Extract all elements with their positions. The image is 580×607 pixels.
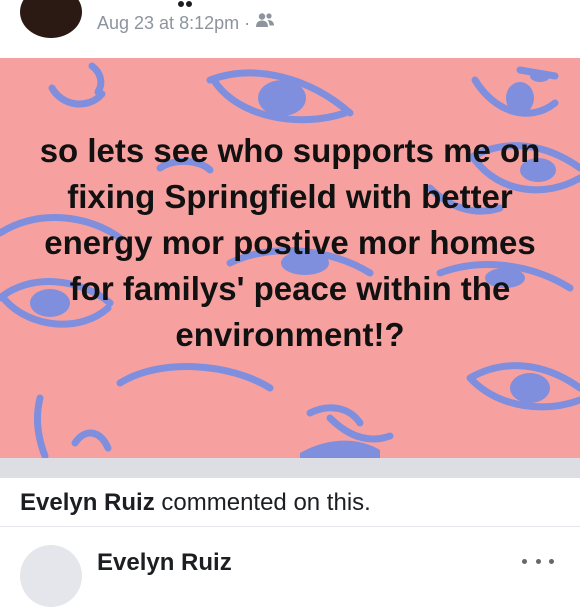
post-meta: Aug 23 at 8:12pm · xyxy=(97,10,275,36)
post-image[interactable]: so lets see who supports me on fixing Sp… xyxy=(0,58,580,458)
activity-actor-name[interactable]: Evelyn Ruiz xyxy=(20,489,155,516)
post-header: Aug 23 at 8:12pm · xyxy=(0,0,580,58)
author-name-fragment xyxy=(178,0,194,7)
activity-line: Evelyn Ruiz commented on this. xyxy=(20,489,371,517)
activity-notice: Evelyn Ruiz commented on this. xyxy=(0,478,580,527)
author-avatar[interactable] xyxy=(20,0,82,38)
section-divider xyxy=(0,458,580,478)
activity-action-text: commented on this. xyxy=(154,489,371,516)
meta-separator: · xyxy=(244,13,251,33)
commenter-name[interactable]: Evelyn Ruiz xyxy=(97,549,232,577)
comment-row: Evelyn Ruiz xyxy=(0,527,580,607)
friends-icon[interactable] xyxy=(255,9,275,35)
post-image-text: so lets see who supports me on fixing Sp… xyxy=(39,132,541,353)
post-timestamp[interactable]: Aug 23 at 8:12pm xyxy=(97,13,239,33)
more-options-icon[interactable] xyxy=(522,555,554,567)
commenter-avatar[interactable] xyxy=(20,545,82,607)
